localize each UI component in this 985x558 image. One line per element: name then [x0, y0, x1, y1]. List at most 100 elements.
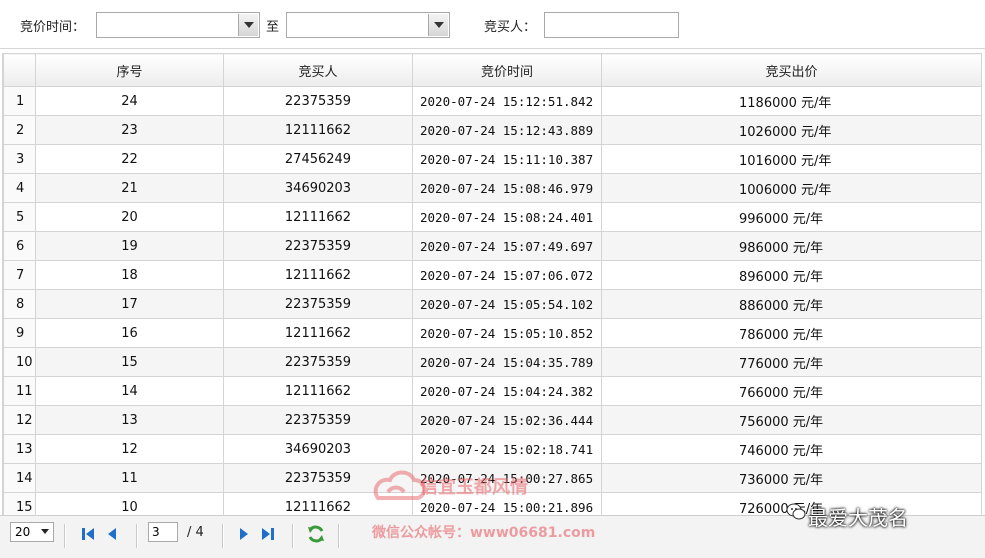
- bid-time-cell: 2020-07-24 15:12:51.842: [412, 86, 602, 116]
- table-row[interactable]: 13 12 34690203 2020-07-24 15:02:18.741 74600…: [3, 434, 982, 464]
- seq-cell: 22: [35, 144, 224, 174]
- row-number-cell: 14: [3, 463, 36, 493]
- seq-cell: 11: [35, 463, 224, 493]
- last-page-icon[interactable]: [260, 526, 276, 542]
- seq-cell: 13: [35, 405, 224, 435]
- table-row[interactable]: 4 21 34690203 2020-07-24 15:08:46.979 100600…: [3, 173, 982, 203]
- bid-price-cell: 1186000 元/年: [601, 86, 982, 116]
- row-number-cell: 1: [3, 86, 36, 116]
- row-number-header: [3, 53, 36, 87]
- wechat-icon: [786, 503, 806, 520]
- caret-down-icon: [41, 529, 49, 534]
- bidder-cell: 12111662: [223, 115, 413, 145]
- row-number-cell: 10: [3, 347, 36, 377]
- table-row[interactable]: 6 19 22375359 2020-07-24 15:07:49.697 986000…: [3, 231, 982, 261]
- bidder-cell: 22375359: [223, 289, 413, 319]
- seq-cell: 23: [35, 115, 224, 145]
- bid-time-cell: 2020-07-24 15:04:24.382: [412, 376, 602, 406]
- watermark-title: 信宜玉都风情: [420, 477, 528, 498]
- bid-time-cell: 2020-07-24 15:12:43.889: [412, 115, 602, 145]
- table-row[interactable]: 8 17 22375359 2020-07-24 15:05:54.102 886000…: [3, 289, 982, 319]
- bidder-cell: 27456249: [223, 144, 413, 174]
- bid-price-cell: 896000 元/年: [601, 260, 982, 290]
- bid-time-cell: 2020-07-24 15:05:54.102: [412, 289, 602, 319]
- previous-page-icon[interactable]: [104, 526, 120, 542]
- seq-cell: 20: [35, 202, 224, 232]
- pager-separator: [136, 524, 138, 548]
- seq-cell: 19: [35, 231, 224, 261]
- column-header-seq[interactable]: 序号: [35, 53, 224, 87]
- table-row[interactable]: 2 23 12111662 2020-07-24 15:12:43.889 102600…: [3, 115, 982, 145]
- bid-time-cell: 2020-07-24 15:07:49.697: [412, 231, 602, 261]
- seq-cell: 16: [35, 318, 224, 348]
- bid-time-from-combo[interactable]: [96, 12, 260, 38]
- bid-time-cell: 2020-07-24 15:02:18.741: [412, 434, 602, 464]
- pager-separator: [292, 524, 294, 548]
- bid-price-cell: 996000 元/年: [601, 202, 982, 232]
- bid-time-cell: 2020-07-24 15:05:10.852: [412, 318, 602, 348]
- bid-time-cell: 2020-07-24 15:08:24.401: [412, 202, 602, 232]
- table-row[interactable]: 10 15 22375359 2020-07-24 15:04:35.789 77600…: [3, 347, 982, 377]
- bid-price-cell: 1016000 元/年: [601, 144, 982, 174]
- bidder-cell: 22375359: [223, 347, 413, 377]
- row-number-cell: 2: [3, 115, 36, 145]
- bid-time-cell: 2020-07-24 15:04:35.789: [412, 347, 602, 377]
- chevron-down-icon[interactable]: [238, 14, 258, 36]
- first-page-icon[interactable]: [80, 526, 96, 542]
- bidder-cell: 34690203: [223, 434, 413, 464]
- seq-cell: 15: [35, 347, 224, 377]
- column-header-bid-price[interactable]: 竞买出价: [601, 53, 982, 87]
- current-page-input[interactable]: 3: [148, 522, 178, 542]
- chevron-down-icon[interactable]: [428, 14, 448, 36]
- column-header-bid-time[interactable]: 竞价时间: [412, 53, 602, 87]
- seq-cell: 17: [35, 289, 224, 319]
- bid-price-cell: 746000 元/年: [601, 434, 982, 464]
- table-row[interactable]: 11 14 12111662 2020-07-24 15:04:24.382 76600…: [3, 376, 982, 406]
- bid-price-cell: 786000 元/年: [601, 318, 982, 348]
- row-number-cell: 12: [3, 405, 36, 435]
- table-row[interactable]: 1 24 22375359 2020-07-24 15:12:51.842 118600…: [3, 86, 982, 116]
- bid-time-to-combo[interactable]: [286, 12, 450, 38]
- bid-time-cell: 2020-07-24 15:07:06.072: [412, 260, 602, 290]
- table-row[interactable]: 12 13 22375359 2020-07-24 15:02:36.444 75600…: [3, 405, 982, 435]
- bid-price-cell: 756000 元/年: [601, 405, 982, 435]
- bid-record-grid: 序号 竞买人 竞价时间 竞买出价 1 24 22375359 2020-07-24 1…: [2, 53, 982, 522]
- table-row[interactable]: 9 16 12111662 2020-07-24 15:05:10.852 786000…: [3, 318, 982, 348]
- bidder-cell: 22375359: [223, 231, 413, 261]
- row-number-cell: 3: [3, 144, 36, 174]
- bidder-cell: 22375359: [223, 86, 413, 116]
- bid-price-cell: 986000 元/年: [601, 231, 982, 261]
- bidder-label: 竞买人：: [484, 20, 537, 35]
- pager-separator: [222, 524, 224, 548]
- bid-price-cell: 736000 元/年: [601, 463, 982, 493]
- page-size-select[interactable]: 20: [10, 522, 54, 542]
- bid-price-cell: 1006000 元/年: [601, 173, 982, 203]
- bidder-cell: 12111662: [223, 260, 413, 290]
- bid-time-cell: 2020-07-24 15:11:10.387: [412, 144, 602, 174]
- table-row[interactable]: 5 20 12111662 2020-07-24 15:08:24.401 996000…: [3, 202, 982, 232]
- total-pages-label: / 4: [187, 525, 204, 540]
- bid-price-cell: 1026000 元/年: [601, 115, 982, 145]
- bid-time-cell: 2020-07-24 15:08:46.979: [412, 173, 602, 203]
- table-row[interactable]: 3 22 27456249 2020-07-24 15:11:10.387 101600…: [3, 144, 982, 174]
- row-number-cell: 9: [3, 318, 36, 348]
- row-number-cell: 7: [3, 260, 36, 290]
- bid-price-cell: 766000 元/年: [601, 376, 982, 406]
- pager-separator: [64, 524, 66, 548]
- brand-watermark: 最爱大茂名: [808, 506, 908, 530]
- current-page-value: 3: [152, 525, 160, 539]
- seq-cell: 18: [35, 260, 224, 290]
- column-header-bidder[interactable]: 竞买人: [223, 53, 413, 87]
- next-page-icon[interactable]: [236, 526, 252, 542]
- refresh-icon[interactable]: [306, 524, 326, 544]
- page-size-value: 20: [15, 525, 31, 539]
- table-header-row: 序号 竞买人 竞价时间 竞买出价: [3, 53, 982, 87]
- seq-cell: 24: [35, 86, 224, 116]
- row-number-cell: 4: [3, 173, 36, 203]
- to-label: 至: [266, 20, 280, 35]
- bidder-cell: 12111662: [223, 376, 413, 406]
- row-number-cell: 8: [3, 289, 36, 319]
- bidder-input[interactable]: [544, 12, 679, 38]
- table-row[interactable]: 7 18 12111662 2020-07-24 15:07:06.072 896000…: [3, 260, 982, 290]
- bid-price-cell: 886000 元/年: [601, 289, 982, 319]
